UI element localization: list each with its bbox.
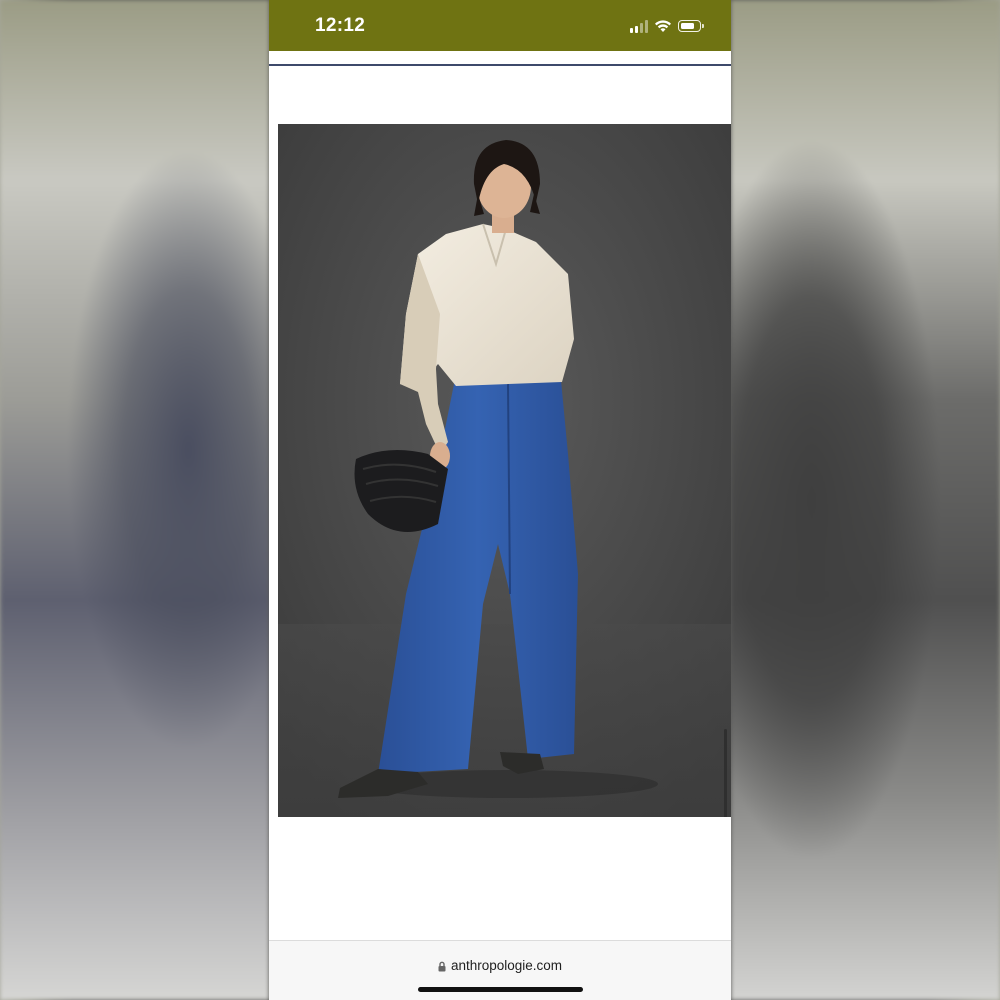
blurred-background-right [731, 0, 1000, 1000]
product-photo[interactable] [278, 124, 731, 817]
address-bar[interactable]: anthropologie.com [269, 958, 731, 973]
browser-bottom-bar: anthropologie.com [269, 940, 731, 1000]
url-text: anthropologie.com [450, 958, 563, 973]
wifi-icon [655, 20, 671, 32]
blurred-background-left [0, 0, 269, 1000]
battery-icon [678, 20, 704, 32]
battery-fill [680, 22, 695, 29]
lock-icon [438, 961, 446, 972]
status-icons [630, 17, 704, 35]
status-time: 12:12 [315, 15, 366, 36]
product-photo-illustration [278, 124, 731, 817]
header-divider [269, 64, 731, 66]
home-indicator[interactable] [418, 987, 583, 992]
image-scroll-indicator[interactable] [724, 729, 727, 817]
status-bar: 12:12 [269, 0, 731, 51]
cellular-signal-icon [630, 19, 648, 33]
phone-screen: 12:12 anthropologie.com [269, 0, 731, 1000]
